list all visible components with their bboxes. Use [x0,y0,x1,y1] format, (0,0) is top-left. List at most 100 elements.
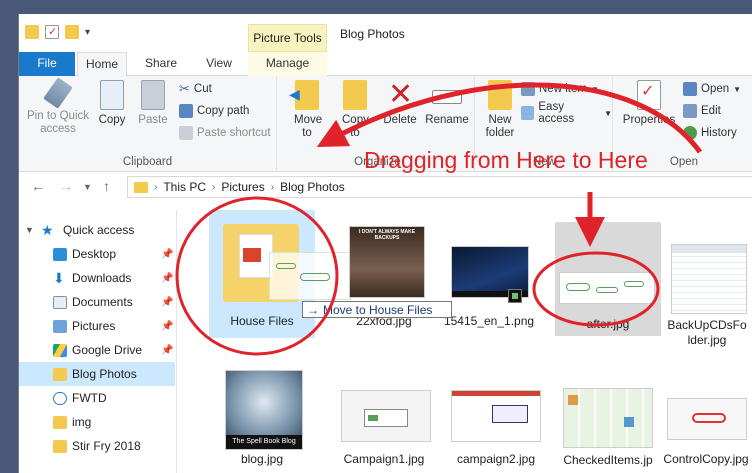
new-folder-icon[interactable] [65,25,79,39]
delete-button[interactable]: ✕ Delete [379,80,421,127]
new-item-button[interactable]: New item ▼ [521,80,599,98]
open-icon [683,82,697,96]
properties-check-icon[interactable]: ✓ [45,25,59,39]
properties-icon: ✓ [637,80,661,110]
pin-icon[interactable]: 📌 [161,321,173,332]
nav-item-img[interactable]: img [19,410,175,434]
nav-item-fwtd[interactable]: FWTD [19,386,175,410]
copy-to-button[interactable]: Copy to [335,80,375,140]
nav-item-google-drive[interactable]: Google Drive 📌 [19,338,175,362]
pin-icon[interactable]: 📌 [161,297,173,308]
easy-access-label: Easy access [538,101,575,125]
nav-item-label: Documents [72,295,133,309]
tab-home[interactable]: Home [77,52,127,77]
nav-item-documents[interactable]: Documents 📌 [19,290,175,314]
tab-view[interactable]: View [191,52,247,76]
chevron-down-icon: ▼ [733,84,742,94]
star-icon: ★ [41,221,54,238]
nav-quick-access[interactable]: ▼ ★ Quick access [19,218,175,242]
tab-file[interactable]: File [19,52,75,76]
file-item-blog[interactable]: The Spell Book Blog blog.jpg [209,350,315,470]
history-label: History [701,127,737,139]
up-arrow-icon[interactable]: ↑ [103,178,110,194]
desktop-icon [53,247,67,261]
back-arrow-icon[interactable]: ← [31,178,45,194]
nav-item-label: Stir Fry 2018 [72,439,141,453]
history-icon [683,126,697,140]
ribbon-tabs: File Home Share View Manage [19,52,752,77]
copy-path-button[interactable]: Copy path [179,102,249,120]
new-folder-button[interactable]: New folder [481,80,519,140]
file-item-15415-en-1[interactable]: 15415_en_1.png [439,218,539,336]
properties-label: Properties [622,114,676,126]
google-drive-icon [53,343,67,357]
easy-access-button[interactable]: Easy access ▼ [521,101,612,125]
forward-arrow-icon[interactable]: → [59,178,73,194]
file-item-campaign2[interactable]: campaign2.jpg [441,390,551,470]
breadcrumb-pictures[interactable]: Pictures [221,180,264,194]
copy-path-icon [179,104,193,118]
nav-item-desktop[interactable]: Desktop 📌 [19,242,175,266]
explorer-screenshot-thumbnail [671,244,747,314]
file-item-campaign1[interactable]: Campaign1.jpg [329,390,439,470]
scissors-icon: ✂ [179,81,190,96]
navigation-pane: ▼ ★ Quick access Desktop 📌 ⬇ Downloads 📌… [19,210,177,473]
file-item-after[interactable]: after.jpg [555,222,661,336]
paste-shortcut-label: Paste shortcut [197,127,271,139]
paste-button[interactable]: Paste [135,80,171,127]
drag-tooltip: → Move to House Files [302,301,452,318]
mindmap-thumbnail [559,272,655,304]
nav-item-stir-fry[interactable]: Stir Fry 2018 [19,434,175,458]
file-item-checkeditems[interactable]: CheckedItems.jpg [553,386,663,473]
sync-folder-icon [53,391,67,405]
nav-item-blog-photos[interactable]: Blog Photos [19,362,175,386]
app-badge-icon [508,289,522,303]
chevron-down-icon[interactable]: ▾ [85,27,90,38]
recent-chevron-icon[interactable]: ▼ [83,182,92,192]
pin-to-quick-access-button[interactable]: Pin to Quick access [23,77,93,136]
folder-icon [53,415,67,429]
folder-icon [134,181,148,193]
file-view: House Files I DON'T ALWAYS MAKE BACKUPS … [179,210,752,473]
chevron-right-icon: › [212,181,216,193]
cut-button[interactable]: ✂ Cut [179,80,212,98]
copy-button[interactable]: Copy [95,80,129,127]
rename-button[interactable]: Rename [423,80,471,127]
edit-button[interactable]: Edit [683,102,721,120]
breadcrumb-blog-photos[interactable]: Blog Photos [280,180,345,194]
nav-item-pictures[interactable]: Pictures 📌 [19,314,175,338]
file-item-22xfod[interactable]: I DON'T ALWAYS MAKE BACKUPS 22xfod.jpg [347,218,429,336]
nav-item-label: FWTD [72,391,107,405]
window-title: Blog Photos [340,27,405,41]
file-label: campaign2.jpg [456,452,536,466]
breadcrumb-this-pc[interactable]: This PC [163,180,206,194]
nav-item-downloads[interactable]: ⬇ Downloads 📌 [19,266,175,290]
move-to-button[interactable]: ◀ Move to [287,80,327,140]
nav-item-label: img [72,415,92,429]
copy-icon [100,80,124,110]
address-field[interactable]: › This PC › Pictures › Blog Photos [127,176,752,198]
delete-label: Delete [383,114,417,126]
paste-shortcut-button[interactable]: Paste shortcut [179,124,271,142]
folder-icon[interactable] [25,25,39,39]
campaign1-thumbnail [341,390,431,442]
address-bar-row: ← → ▼ ↑ › This PC › Pictures › Blog Phot… [19,172,752,202]
chevron-right-icon: › [154,181,158,193]
checkeditems-thumbnail [563,388,653,448]
annotation-text: Dragging from Here to Here [364,147,648,173]
copy-label: Copy [98,114,126,126]
tab-manage[interactable]: Manage [248,52,327,76]
history-button[interactable]: History [683,124,737,142]
file-item-controlcopy[interactable]: ControlCopy.jpg [659,398,752,473]
pin-icon[interactable]: 📌 [161,249,173,260]
file-item-backupcdsfolder[interactable]: BackUpCDsFolder.jpg [665,218,752,348]
open-button[interactable]: Open ▼ [683,80,741,98]
file-label: after.jpg [586,317,630,331]
pin-icon[interactable]: 📌 [161,345,173,356]
pin-icon[interactable]: 📌 [161,273,173,284]
tab-share[interactable]: Share [132,52,190,76]
open-label: Open [701,83,730,95]
file-label: House Files [230,314,294,328]
properties-button[interactable]: ✓ Properties [621,80,677,127]
file-label: blog.jpg [240,452,284,466]
